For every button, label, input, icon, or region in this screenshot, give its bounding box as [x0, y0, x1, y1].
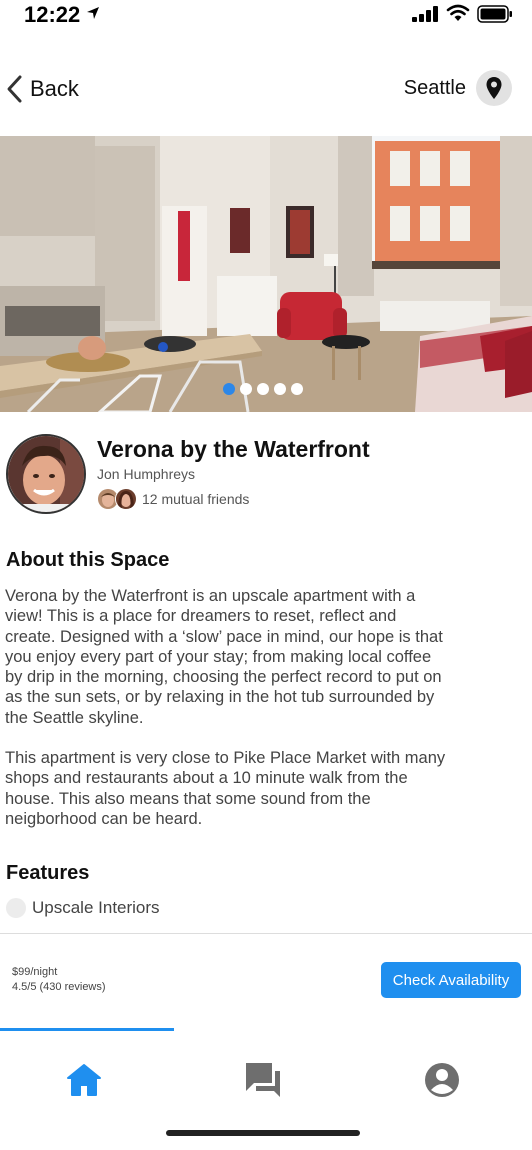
paragraph-line: house. This also means that some sound f…	[5, 789, 371, 808]
carousel-dot[interactable]	[240, 383, 252, 395]
paragraph-line: by drip in the morning, choosing the per…	[5, 668, 442, 687]
paragraph-line: This apartment is very close to Pike Pla…	[5, 749, 446, 767]
paragraph-line: create. Designed with a ‘slow’ pace in m…	[5, 627, 443, 646]
about-paragraph-1: Verona by the Waterfront is an upscale a…	[5, 586, 520, 728]
host-avatar[interactable]	[6, 434, 86, 514]
carousel-dot[interactable]	[274, 383, 286, 395]
price-per-night: $99/night	[12, 966, 58, 978]
tab-profile[interactable]	[422, 1060, 462, 1100]
divider	[0, 933, 532, 934]
carousel-dots	[223, 383, 303, 395]
listing-photo-carousel[interactable]	[0, 136, 532, 412]
mutual-friends[interactable]: 12 mutual friends	[97, 488, 249, 510]
paragraph-line: neigborhood can be heard.	[5, 809, 203, 828]
chevron-left-icon	[7, 75, 22, 103]
paragraph-line: Verona by the Waterfront is an upscale a…	[5, 587, 416, 605]
features-heading: Features	[6, 862, 90, 884]
mutual-friends-label: 12 mutual friends	[142, 491, 250, 507]
tab-home[interactable]	[64, 1060, 104, 1100]
account-icon	[425, 1063, 459, 1097]
carousel-dot[interactable]	[291, 383, 303, 395]
check-availability-button[interactable]: Check Availability	[381, 962, 521, 998]
status-time: 12:22	[24, 2, 81, 27]
location-label: Seattle	[403, 76, 466, 99]
carousel-dot[interactable]	[257, 383, 269, 395]
carousel-dot[interactable]	[223, 383, 235, 395]
home-icon	[67, 1064, 101, 1096]
paragraph-line: you enjoy every part of your stay; from …	[5, 647, 432, 666]
host-name[interactable]: Jon Humphreys	[97, 466, 195, 482]
feature-item: Upscale Interiors	[6, 898, 160, 918]
apartment-interior-image	[0, 136, 532, 412]
wifi-icon	[446, 4, 470, 21]
rating-summary: 4.5/5 (430 reviews)	[12, 981, 106, 993]
active-tab-indicator	[0, 1028, 174, 1031]
paragraph-line: view! This is a place for dreamers to re…	[5, 607, 397, 626]
chat-icon	[246, 1063, 280, 1097]
feature-label: Upscale Interiors	[32, 898, 160, 917]
listing-title: Verona by the Waterfront	[97, 436, 370, 462]
paragraph-line: the Seattle skyline.	[5, 708, 144, 727]
paragraph-line: as the sun sets, or by relaxing in the h…	[5, 688, 435, 707]
cellular-signal-icon	[412, 6, 438, 22]
battery-icon	[477, 5, 512, 23]
tab-messages[interactable]	[244, 1060, 284, 1100]
location-arrow-icon	[87, 7, 99, 19]
home-indicator[interactable]	[166, 1130, 360, 1136]
paragraph-line: shops and restaurants about a 10 minute …	[5, 769, 408, 788]
location-pin-button[interactable]	[476, 70, 512, 106]
about-heading: About this Space	[6, 549, 170, 571]
host-photo	[8, 436, 84, 512]
status-bar: 12:22	[0, 0, 532, 30]
friend-avatar	[115, 488, 137, 510]
location-selector[interactable]: Seattle	[404, 70, 512, 106]
feature-bullet-icon	[6, 898, 26, 918]
back-button[interactable]: Back	[6, 72, 79, 106]
about-paragraph-2: This apartment is very close to Pike Pla…	[5, 748, 520, 829]
back-label: Back	[30, 76, 79, 101]
map-pin-icon	[486, 77, 502, 99]
nav-header: Back Seattle	[0, 66, 532, 112]
